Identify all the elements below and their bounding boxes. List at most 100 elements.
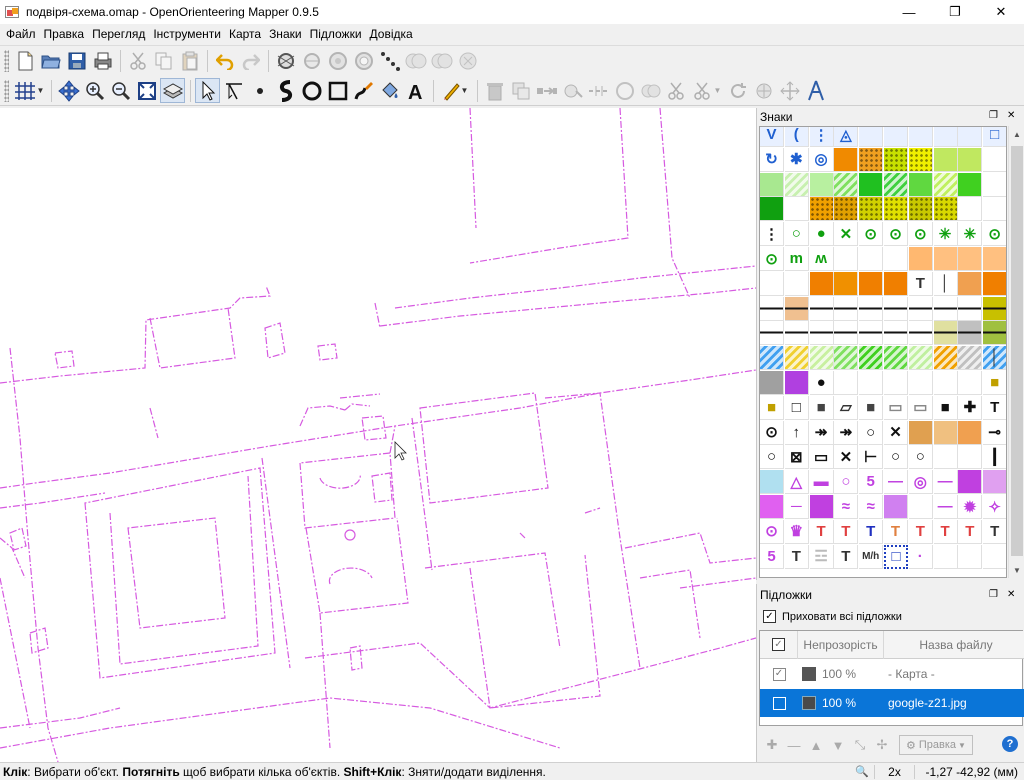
rotate-icon[interactable] (725, 78, 750, 103)
symbol-cell[interactable]: ◎ (809, 147, 834, 172)
float-panel-icon[interactable]: ❐ (989, 110, 998, 121)
rotate-pattern-icon[interactable] (751, 78, 776, 103)
restore-icon[interactable]: ❐ (932, 0, 978, 24)
symbol-cell[interactable] (760, 321, 784, 346)
symbol-cell[interactable] (983, 321, 1006, 346)
symbol-cell[interactable]: ● (809, 222, 834, 247)
menu-templates[interactable]: Підложки (306, 27, 366, 41)
symbol-cell[interactable]: ⊙ (908, 222, 933, 247)
symbol-cell[interactable] (908, 420, 933, 445)
symbol-cell[interactable] (908, 346, 933, 371)
symbol-cell[interactable]: ◎ (908, 470, 933, 495)
symbol-cell[interactable] (958, 321, 983, 346)
symbol-cell[interactable] (809, 271, 834, 296)
help-icon[interactable]: ? (1002, 736, 1018, 752)
symbol-cell[interactable] (760, 346, 784, 371)
symbol-cell[interactable]: ▭ (884, 395, 908, 420)
menu-file[interactable]: Файл (2, 27, 40, 41)
close-panel-icon[interactable]: ✕ (1007, 589, 1015, 600)
symbol-cell[interactable] (933, 420, 958, 445)
symbol-cell[interactable] (933, 127, 958, 147)
hide-all-templates-row[interactable]: ✓ Приховати всі підложки (763, 610, 902, 623)
symbol-cell[interactable]: m (784, 247, 809, 271)
symbol-cell[interactable] (809, 346, 834, 371)
symbol-cell[interactable] (760, 172, 784, 197)
grid-icon[interactable]: ▼ (12, 78, 46, 103)
symbol-cell[interactable]: ✕ (834, 222, 859, 247)
symbol-cell[interactable]: ○ (908, 445, 933, 470)
boolean-union-icon[interactable] (638, 78, 663, 103)
template-visibility-checkbox[interactable]: ✓ (772, 667, 786, 681)
symbol-cell[interactable] (884, 346, 908, 371)
symbol-cell[interactable]: ○ (784, 222, 809, 247)
symbol-cell[interactable] (908, 321, 933, 346)
remove-template-icon[interactable]: — (783, 735, 805, 755)
symbol-cell[interactable] (884, 127, 908, 147)
switch-symbol-icon[interactable] (534, 78, 559, 103)
symbol-cell[interactable]: ■ (933, 395, 958, 420)
symbol-cell[interactable]: ↻ (760, 147, 784, 172)
symbol-cell[interactable]: ( (784, 127, 809, 147)
symbol-cell[interactable]: ⋮ (809, 127, 834, 147)
symbol-cell[interactable] (884, 247, 908, 271)
symbol-cell[interactable]: ☲ (809, 544, 834, 569)
symbol-cell[interactable]: ≈ (859, 495, 884, 519)
symbol-cell[interactable]: ▭ (908, 395, 933, 420)
symbol-cell[interactable] (908, 147, 933, 172)
symbol-cell[interactable]: T (859, 519, 884, 544)
fill-icon[interactable] (377, 78, 402, 103)
symbol-cell[interactable] (933, 147, 958, 172)
visibility-column-header[interactable]: ✓ (760, 630, 798, 659)
edit-line-icon[interactable] (221, 78, 246, 103)
symbol-cell[interactable]: · (908, 544, 933, 569)
symbol-cell[interactable]: — (884, 470, 908, 495)
symbol-cell[interactable] (933, 371, 958, 395)
symbol-cell[interactable]: ⊙ (859, 222, 884, 247)
paint-on-template-icon[interactable]: ▼ (438, 78, 472, 103)
symbol-cell[interactable]: ✳ (933, 222, 958, 247)
symbol-cell[interactable] (760, 470, 784, 495)
symbol-cell[interactable] (760, 296, 784, 321)
symbol-cell[interactable]: ✱ (784, 147, 809, 172)
symbol-cell[interactable]: │ (933, 271, 958, 296)
symbol-cell[interactable] (809, 172, 834, 197)
symbol-cell[interactable] (958, 147, 983, 172)
scroll-thumb[interactable] (1011, 146, 1023, 556)
symbol-cell[interactable] (958, 420, 983, 445)
symbol-cell[interactable] (809, 296, 834, 321)
filename-column-header[interactable]: Назва файлу (884, 638, 1024, 652)
symbol-cell[interactable]: ─ (784, 495, 809, 519)
move-down-icon[interactable]: ▼ (827, 735, 849, 755)
symbol-cell[interactable]: ⊸ (983, 420, 1006, 445)
symbol-cell[interactable]: □ (983, 127, 1006, 147)
symbol-cell[interactable]: — (933, 495, 958, 519)
menu-edit[interactable]: Правка (40, 27, 89, 41)
symbol-cell[interactable]: ✳ (958, 222, 983, 247)
menu-map[interactable]: Карта (225, 27, 265, 41)
symbol-cell[interactable]: ✧ (983, 495, 1006, 519)
symbol-cell[interactable]: ○ (834, 470, 859, 495)
symbol-cell[interactable]: ⊙ (760, 420, 784, 445)
symbol-cell[interactable]: T (908, 271, 933, 296)
symbol-cell[interactable] (958, 197, 983, 222)
save-icon[interactable] (64, 48, 89, 73)
zoom-out-icon[interactable] (108, 78, 133, 103)
symbol-cell[interactable]: □ (884, 544, 908, 569)
symbol-cell[interactable] (958, 346, 983, 371)
redo-icon[interactable] (238, 48, 263, 73)
symbol-cell[interactable]: ○ (859, 420, 884, 445)
symbol-cell[interactable]: ■ (760, 395, 784, 420)
symbol-cell[interactable] (784, 271, 809, 296)
compass-2-icon[interactable] (429, 48, 454, 73)
symbol-cell[interactable] (908, 296, 933, 321)
symbol-cell[interactable] (983, 544, 1006, 569)
symbol-cell[interactable] (933, 172, 958, 197)
template-edit-button[interactable]: ⚙ Правка ▼ (899, 735, 973, 755)
open-file-icon[interactable] (38, 48, 63, 73)
symbol-cell[interactable] (908, 371, 933, 395)
cut-object-icon[interactable] (664, 78, 689, 103)
symbol-cell[interactable] (933, 445, 958, 470)
symbol-cell[interactable] (983, 470, 1006, 495)
header-checkbox[interactable]: ✓ (772, 638, 785, 651)
draw-text-icon[interactable]: A (403, 78, 428, 103)
